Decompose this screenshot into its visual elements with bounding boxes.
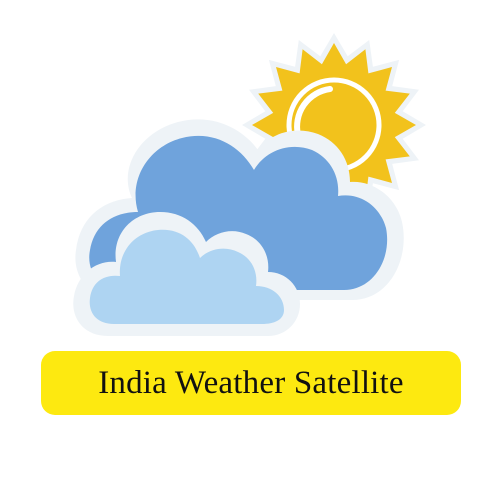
partly-cloudy-icon	[73, 33, 426, 336]
title-banner: India Weather Satellite	[41, 351, 461, 415]
weather-logo	[0, 0, 500, 345]
app-title: India Weather Satellite	[98, 364, 404, 401]
app-root: India Weather Satellite	[0, 0, 500, 500]
